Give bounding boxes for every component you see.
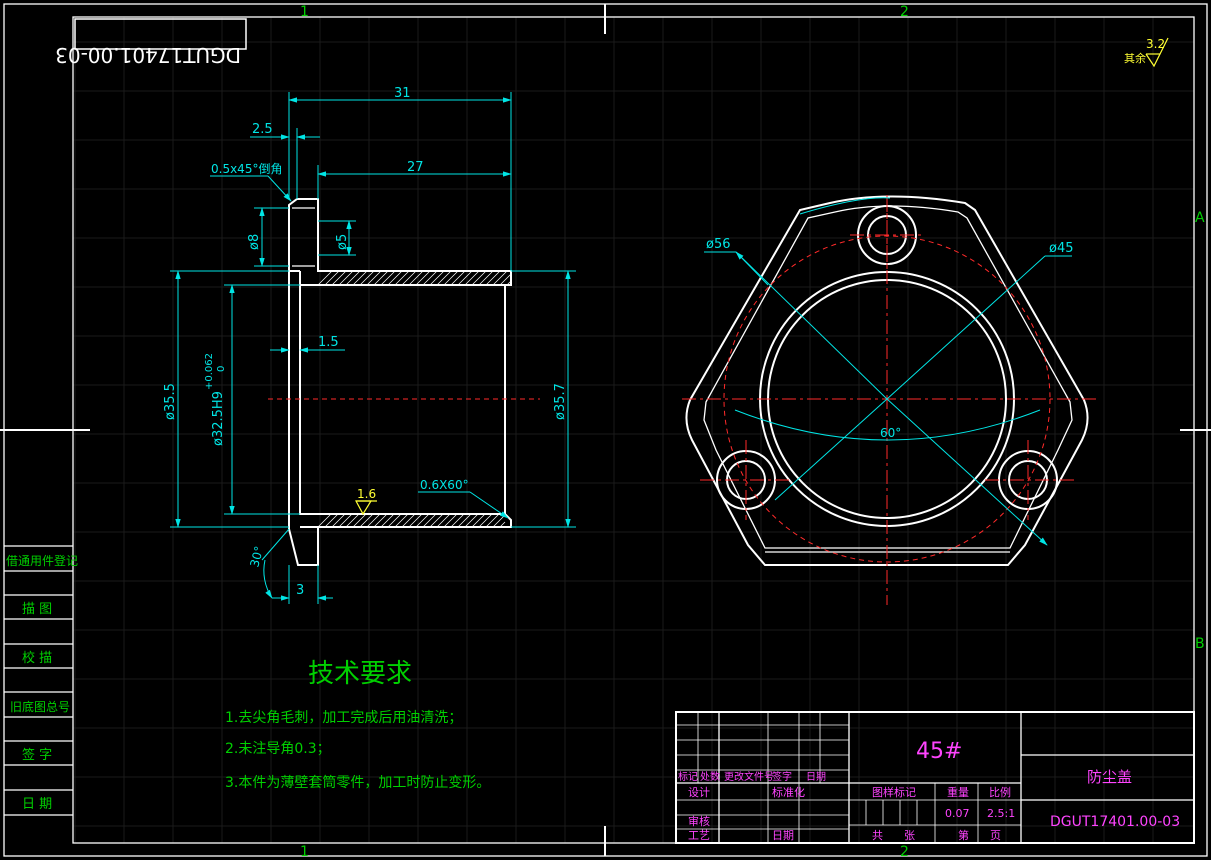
drawing-frame: 1 2 1 2 A B [0, 3, 1211, 860]
label-stage-mark: 图样标记 [872, 785, 916, 799]
rev-header-sign: 签字 [772, 770, 792, 783]
roughness-other-label: 其余 [1124, 51, 1146, 65]
zone-label-bottom-2: 2 [900, 844, 909, 860]
drawing-number: DGUT17401.00-03 [1050, 814, 1180, 830]
dim-3: 3 [296, 583, 304, 598]
cad-drawing: 1 2 1 2 A B DGUT17401.00-03 其余 3.2 31 27… [0, 3, 1211, 860]
rev-header-date: 日期 [806, 771, 826, 783]
dim-dia-35-7: ø35.7 [553, 383, 568, 420]
strip-label-3: 旧底图总号 [10, 699, 70, 714]
rev-header-mark: 标记 [678, 771, 698, 783]
label-total: 共 [872, 829, 883, 842]
roughness-1-6: 1.6 [357, 487, 376, 501]
label-standardization: 标准化 [772, 785, 805, 799]
section-hatching [317, 270, 512, 528]
requirement-1: 1.去尖角毛刺，加工完成后用油清洗； [225, 710, 462, 726]
dim-dia-32-5-h9: ø32.5H9 [211, 391, 226, 446]
dim-2-5: 2.5 [252, 122, 273, 137]
rev-header-count: 处数 [700, 770, 720, 783]
zone-label-top-1: 1 [300, 4, 309, 20]
part-name: 防尘盖 [1087, 768, 1132, 786]
left-side-strip: 借通用件登记 描 图 校 描 旧底图总号 签 字 日 期 [4, 545, 78, 816]
zone-label-right-b: B [1195, 636, 1205, 652]
zone-label-bottom-1: 1 [300, 844, 309, 860]
dim-dia-45: ø45 [1049, 241, 1074, 256]
rev-header-doc: 更改文件号 [724, 770, 774, 783]
angle-60: 60° [880, 426, 901, 440]
strip-label-4: 签 字 [22, 747, 52, 763]
mirrored-drawing-code: DGUT17401.00-03 [55, 43, 241, 67]
tolerance-lower: 0 [216, 366, 227, 372]
dim-dia-5: ø5 [335, 234, 350, 250]
tolerance-upper: +0.062 [204, 353, 215, 390]
strip-label-1: 描 图 [22, 602, 52, 617]
label-sheet-no: 第 [958, 828, 969, 842]
label-weight: 重量 [947, 785, 969, 799]
label-review: 审核 [688, 814, 710, 828]
scale-value: 2.5:1 [987, 807, 1015, 820]
label-scale: 比例 [989, 785, 1011, 799]
label-process: 工艺 [688, 829, 710, 842]
label-sheets: 张 [904, 829, 915, 842]
front-view: ø56 ø45 60° [682, 195, 1100, 605]
roughness-symbol-general: 其余 3.2 [1124, 37, 1169, 68]
chamfer-0-6x60: 0.6X60° [420, 478, 469, 492]
dim-1-5: 1.5 [318, 335, 339, 350]
dim-dia-56: ø56 [706, 237, 731, 252]
zone-label-right-a: A [1195, 210, 1205, 226]
dim-dia-8: ø8 [247, 234, 262, 250]
dim-31: 31 [394, 86, 411, 101]
chamfer-note: 0.5x45°倒角 [211, 162, 282, 176]
requirement-3: 3.本件为薄壁套筒零件，加工时防止变形。 [225, 774, 490, 791]
weight-value: 0.07 [945, 807, 970, 820]
angle-30: 30° [247, 545, 266, 569]
dim-dia-35-5: ø35.5 [163, 383, 178, 420]
zone-label-top-2: 2 [900, 4, 909, 20]
strip-label-5: 日 期 [22, 797, 52, 812]
dim-27: 27 [407, 160, 424, 175]
strip-label-0: 借通用件登记 [6, 553, 78, 568]
requirement-2: 2.未注导角0.3； [225, 741, 331, 757]
material-value: 45# [916, 739, 962, 764]
strip-label-2: 校 描 [22, 650, 52, 666]
label-page: 页 [990, 829, 1001, 842]
label-date: 日期 [772, 829, 794, 842]
mirrored-code-box: DGUT17401.00-03 [55, 18, 247, 67]
label-design: 设计 [688, 786, 710, 799]
requirements-title: 技术要求 [308, 659, 412, 689]
